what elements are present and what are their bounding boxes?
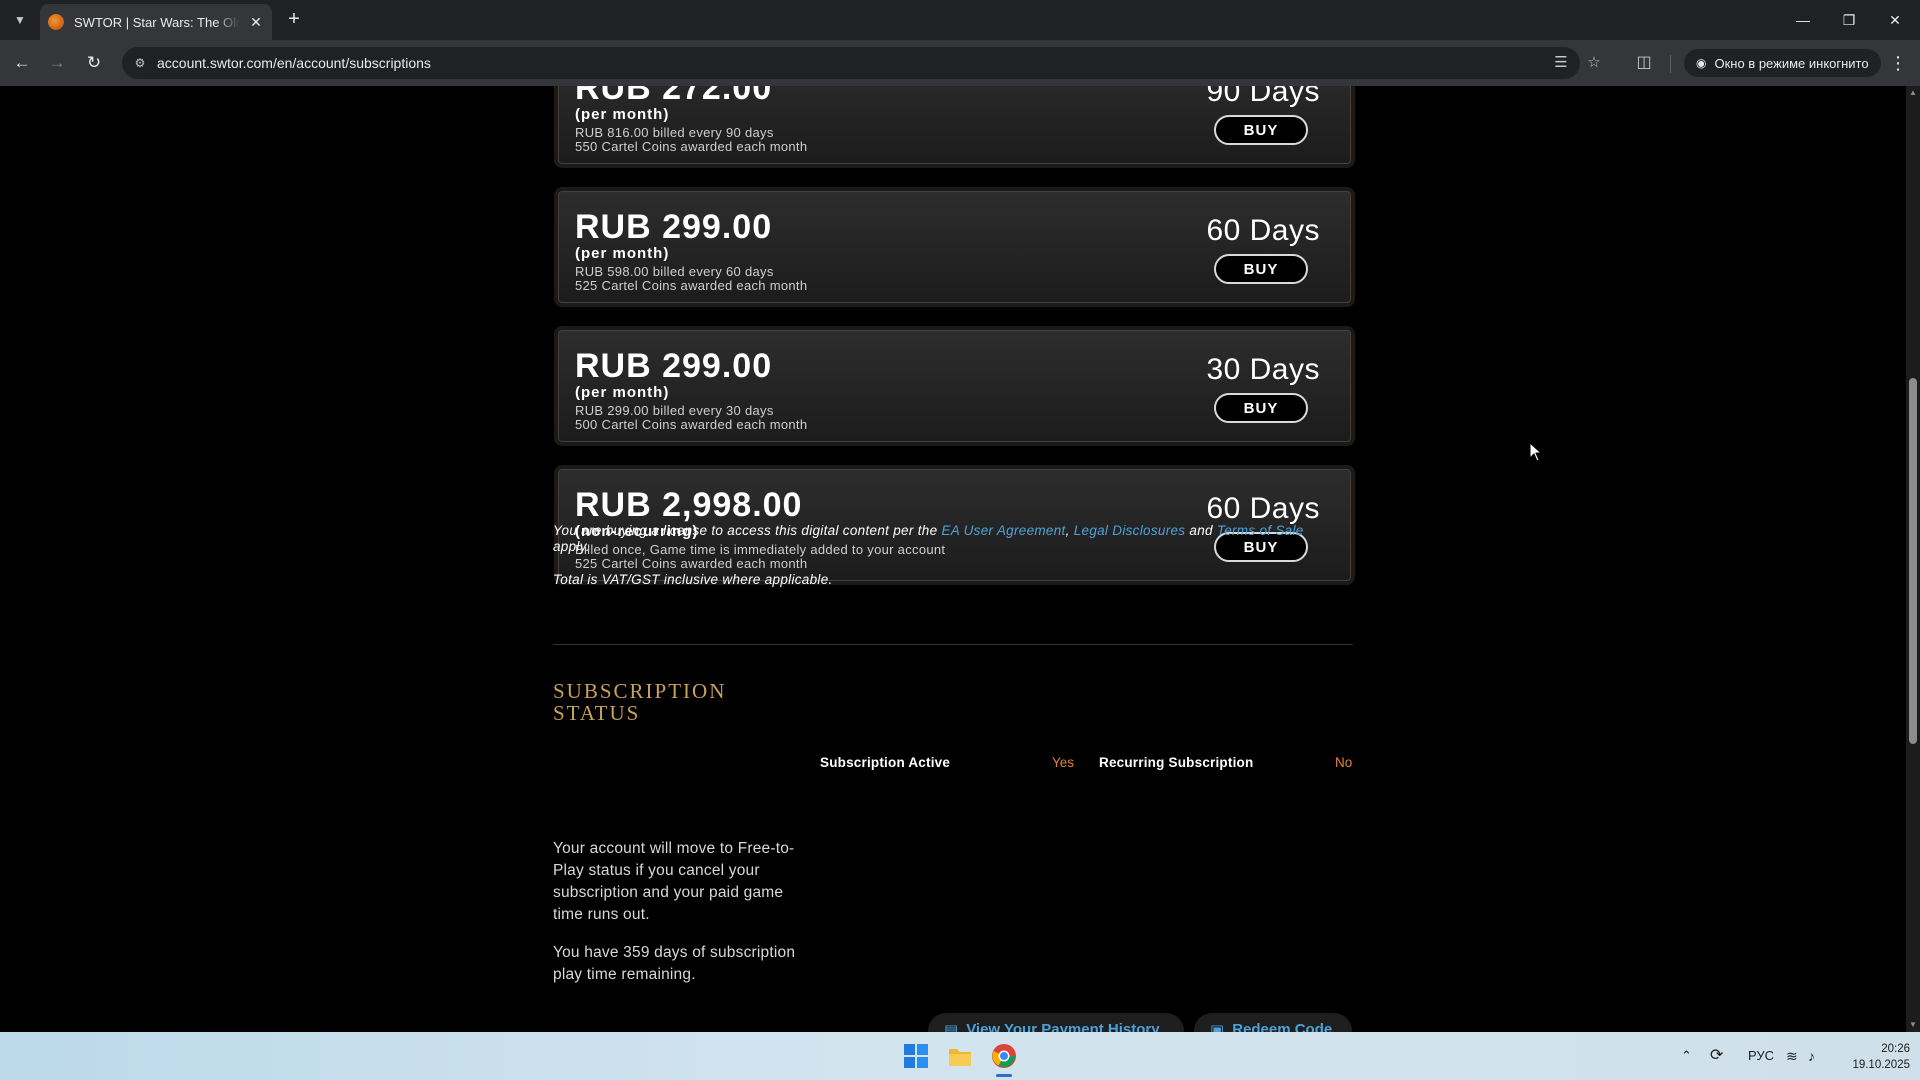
plan-billing: RUB 598.00 billed every 60 days: [575, 264, 774, 279]
input-language[interactable]: РУС: [1748, 1048, 1774, 1063]
scroll-thumb[interactable]: [1909, 378, 1917, 744]
volume-icon[interactable]: ♪: [1808, 1048, 1815, 1064]
vat-notice: Total is VAT/GST inclusive where applica…: [553, 572, 833, 587]
forward-arrow-icon[interactable]: →: [45, 51, 69, 75]
site-info-tune-icon[interactable]: ⚙: [132, 55, 148, 71]
plan-card-60-days: RUB 299.00 (per month) RUB 598.00 billed…: [558, 191, 1351, 303]
plan-coins: 550 Cartel Coins awarded each month: [575, 139, 808, 154]
minimize-icon[interactable]: —: [1780, 0, 1826, 40]
buy-button[interactable]: BUY: [1214, 254, 1308, 284]
active-app-indicator: [996, 1074, 1012, 1077]
plan-duration: 60 Days: [1206, 492, 1320, 525]
recurring-subscription-label: Recurring Subscription: [1099, 755, 1254, 770]
browser-menu-dots-icon[interactable]: ⋮: [1888, 53, 1908, 73]
tray-overflow-chevron-icon[interactable]: ⌃: [1681, 1048, 1692, 1064]
tab-strip: ▼ SWTOR | Star Wars: The Old Republic ✕ …: [0, 0, 1920, 40]
license-notice: You are buying a license to access this …: [553, 523, 1333, 555]
browser-tab-active[interactable]: SWTOR | Star Wars: The Old Republic ✕: [40, 4, 272, 40]
windows-start-icon[interactable]: [903, 1043, 929, 1069]
page-scrollbar[interactable]: ▲ ▼: [1906, 86, 1920, 1032]
free-to-play-notice: Your account will move to Free-to-Play s…: [553, 840, 795, 923]
subscription-status-heading: SUBSCRIPTION STATUS: [553, 680, 793, 724]
bookmark-star-icon[interactable]: ☆: [1584, 53, 1604, 73]
back-arrow-icon[interactable]: ←: [10, 51, 34, 75]
plan-price: RUB 2,998.00: [575, 486, 803, 524]
separator: and: [1185, 523, 1217, 538]
scroll-up-arrow-icon[interactable]: ▲: [1909, 88, 1917, 97]
plan-duration: 60 Days: [1206, 214, 1320, 247]
plan-price: RUB 299.00: [575, 347, 773, 385]
plan-card-30-days: RUB 299.00 (per month) RUB 299.00 billed…: [558, 330, 1351, 442]
terms-of-sale-link[interactable]: Terms of Sale: [1217, 523, 1304, 538]
incognito-label: Окно в режиме инкогнито: [1714, 55, 1869, 71]
scroll-down-arrow-icon[interactable]: ▼: [1909, 1020, 1917, 1029]
extensions-puzzle-icon[interactable]: ◫: [1634, 52, 1654, 74]
clock-date: 19.10.2025: [1852, 1059, 1910, 1071]
plan-coins: 500 Cartel Coins awarded each month: [575, 417, 808, 432]
recurring-subscription-value: No: [1335, 755, 1353, 770]
file-explorer-icon[interactable]: [947, 1043, 973, 1069]
plan-period: (per month): [575, 106, 670, 123]
plan-price: RUB 272.00: [575, 86, 773, 107]
new-tab-plus-icon[interactable]: +: [282, 8, 306, 32]
license-notice-text: You are buying a license to access this …: [553, 523, 942, 538]
separator: ,: [1065, 523, 1074, 538]
license-notice-suffix: apply.: [553, 539, 590, 554]
plan-card-90-days: RUB 272.00 (per month) RUB 816.00 billed…: [558, 86, 1351, 164]
translate-icon[interactable]: ☰: [1551, 53, 1571, 73]
restore-icon[interactable]: ❐: [1826, 0, 1872, 40]
ea-user-agreement-link[interactable]: EA User Agreement: [941, 523, 1065, 538]
plan-coins: 525 Cartel Coins awarded each month: [575, 278, 808, 293]
section-divider: [553, 644, 1353, 645]
incognito-indicator[interactable]: ◉ Окно в режиме инкогнито: [1684, 49, 1881, 77]
heading-line: SUBSCRIPTION: [553, 679, 727, 703]
clock-time: 20:26: [1881, 1043, 1910, 1055]
plan-duration: 90 Days: [1206, 86, 1320, 108]
plan-billing: RUB 816.00 billed every 90 days: [575, 125, 774, 140]
toolbar-divider: [1670, 55, 1671, 73]
plan-price: RUB 299.00: [575, 208, 773, 246]
buy-button[interactable]: BUY: [1214, 393, 1308, 423]
swtor-favicon-icon: [48, 14, 64, 30]
plan-period: (per month): [575, 245, 670, 262]
close-tab-icon[interactable]: ✕: [248, 14, 264, 31]
plan-billing: RUB 299.00 billed every 30 days: [575, 403, 774, 418]
sync-update-icon[interactable]: ⟳: [1710, 1045, 1723, 1065]
subscription-active-value: Yes: [1052, 755, 1075, 770]
chrome-icon[interactable]: [991, 1043, 1017, 1069]
heading-line: STATUS: [553, 701, 641, 725]
legal-disclosures-link[interactable]: Legal Disclosures: [1074, 523, 1186, 538]
plan-duration: 30 Days: [1206, 353, 1320, 386]
system-clock[interactable]: 20:26 19.10.2025: [1840, 1041, 1910, 1073]
wifi-icon[interactable]: ≋: [1786, 1048, 1798, 1065]
url-text[interactable]: account.swtor.com/en/account/subscriptio…: [157, 54, 431, 72]
tab-title: SWTOR | Star Wars: The Old Republic: [74, 14, 240, 30]
plan-period: (per month): [575, 384, 670, 401]
incognito-icon: ◉: [1696, 56, 1707, 70]
mouse-cursor-icon: [1529, 442, 1543, 462]
subscription-active-label: Subscription Active: [820, 755, 951, 770]
tab-search-chevron-icon[interactable]: ▼: [8, 8, 32, 32]
buy-button[interactable]: BUY: [1214, 115, 1308, 145]
reload-icon[interactable]: ↻: [82, 51, 106, 75]
plan-coins: 525 Cartel Coins awarded each month: [575, 556, 808, 571]
window-close-icon[interactable]: ✕: [1872, 0, 1918, 40]
page-viewport: RUB 272.00 (per month) RUB 816.00 billed…: [0, 86, 1906, 1032]
remaining-time-notice: You have 359 days of subscription play t…: [553, 944, 796, 983]
